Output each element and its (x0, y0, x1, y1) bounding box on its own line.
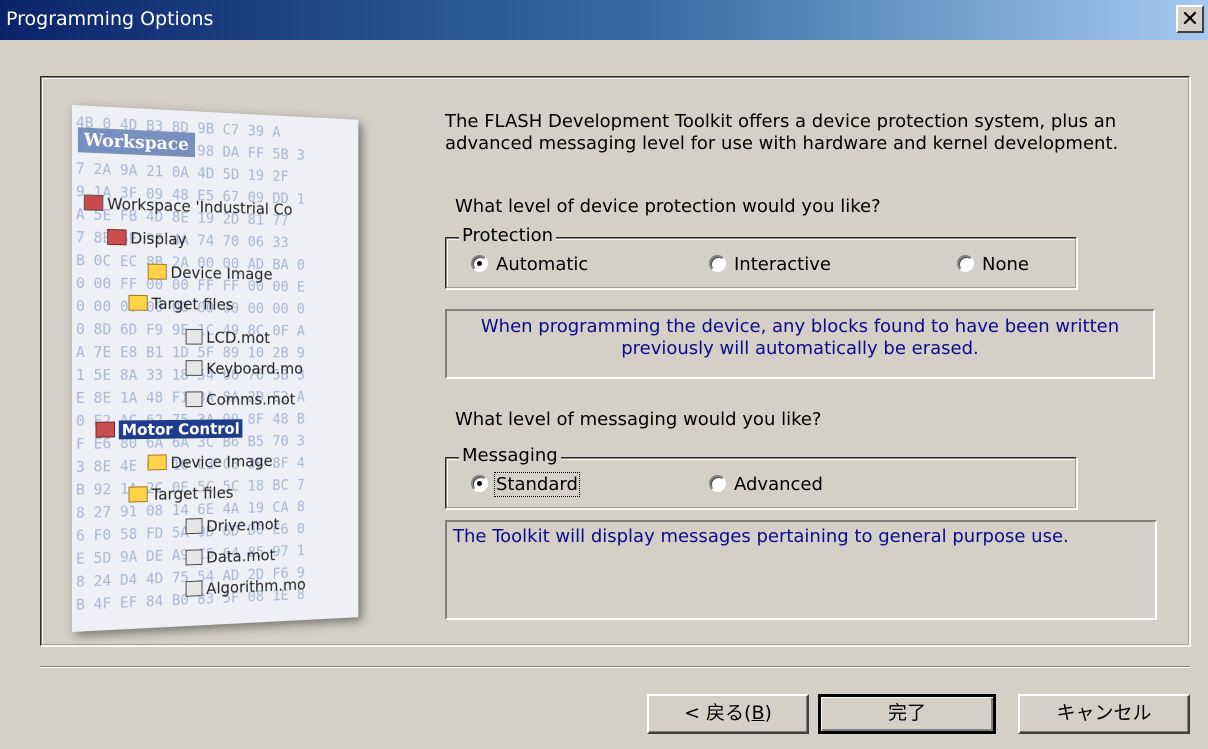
tree-node: Motor Control (95, 419, 243, 440)
button-separator (40, 666, 1190, 668)
messaging-advanced-radio[interactable]: Advanced (709, 474, 823, 495)
tree-node-label: LCD.mot (206, 328, 270, 347)
protection-group-label: Protection (459, 225, 557, 246)
tree-node: Data.mot (185, 545, 276, 568)
close-icon: ✕ (1180, 7, 1200, 32)
tree-node-label: Display (130, 228, 187, 249)
messaging-group: Messaging Standard Advanced (445, 445, 1077, 509)
tree-node: Drive.mot (185, 514, 280, 536)
radio-unselected-icon (709, 475, 726, 492)
protection-question: What level of device protection would yo… (455, 196, 881, 217)
tree-node-label: Drive.mot (206, 514, 280, 536)
protection-group: Protection Automatic Interactive None (445, 225, 1077, 289)
tree-node: Keyboard.mo (185, 359, 303, 378)
tree-node: Target files (128, 294, 233, 314)
messaging-description: The Toolkit will display messages pertai… (445, 520, 1157, 620)
close-button[interactable]: ✕ (1176, 5, 1204, 33)
tree-node: LCD.mot (185, 328, 270, 347)
finish-button[interactable]: 完了 (818, 694, 996, 734)
file-icon (185, 518, 203, 535)
folder-icon (128, 486, 148, 503)
folder-icon (128, 294, 148, 311)
protection-interactive-radio[interactable]: Interactive (709, 254, 831, 275)
protection-automatic-radio[interactable]: Automatic (471, 254, 588, 275)
tree-node-label: Workspace 'Industrial Co (107, 194, 293, 219)
tree-node-label: Target files (151, 294, 234, 314)
tree-node-label: Keyboard.mo (206, 359, 303, 378)
project-icon (95, 421, 115, 438)
messaging-group-label: Messaging (459, 445, 561, 466)
tree-node-label: Data.mot (206, 545, 276, 567)
radio-selected-icon (471, 475, 488, 492)
tree-node: Display (107, 228, 187, 249)
tree-node-label: Algorithm.mo (206, 575, 306, 598)
file-icon (185, 360, 203, 376)
tree-node: Algorithm.mo (185, 575, 306, 599)
workspace-illustration: 4B 0 4D B3 8D 9B C7 39 A1 4B 3A 4B B1 98… (72, 105, 359, 632)
protection-none-radio[interactable]: None (957, 254, 1029, 275)
tree-node: Device Image (147, 451, 273, 473)
tree-node-label: Motor Control (118, 419, 243, 440)
project-icon (83, 194, 104, 211)
messaging-question: What level of messaging would you like? (455, 409, 822, 430)
radio-selected-icon (471, 255, 488, 272)
messaging-standard-radio[interactable]: Standard (471, 472, 580, 497)
tree-node: Workspace 'Industrial Co (83, 193, 293, 219)
file-icon (185, 549, 203, 566)
workspace-tree: Workspace 'Industrial Co Display Device Im… (72, 105, 358, 632)
tree-node-label: Comms.mot (206, 390, 296, 409)
protection-description: When programming the device, any blocks … (445, 309, 1155, 379)
tree-node-label: Device Image (170, 451, 273, 472)
tree-node-label: Target files (151, 483, 234, 504)
intro-text: The FLASH Development Toolkit offers a d… (445, 111, 1119, 154)
back-button[interactable]: < 戻る(B) (647, 694, 809, 734)
title-bar: Programming Options ✕ (0, 0, 1208, 40)
file-icon (185, 580, 203, 597)
tree-node-label: Device Image (170, 263, 273, 284)
tree-node: Device Image (147, 263, 273, 284)
folder-icon (147, 263, 167, 280)
project-icon (107, 228, 127, 246)
window-title: Programming Options (6, 8, 214, 30)
radio-unselected-icon (957, 255, 974, 272)
folder-icon (147, 454, 167, 471)
file-icon (185, 328, 203, 345)
file-icon (185, 391, 203, 408)
cancel-button[interactable]: キャンセル (1018, 694, 1190, 734)
tree-node: Comms.mot (185, 390, 296, 409)
tree-node: Target files (128, 483, 233, 504)
radio-unselected-icon (709, 255, 726, 272)
